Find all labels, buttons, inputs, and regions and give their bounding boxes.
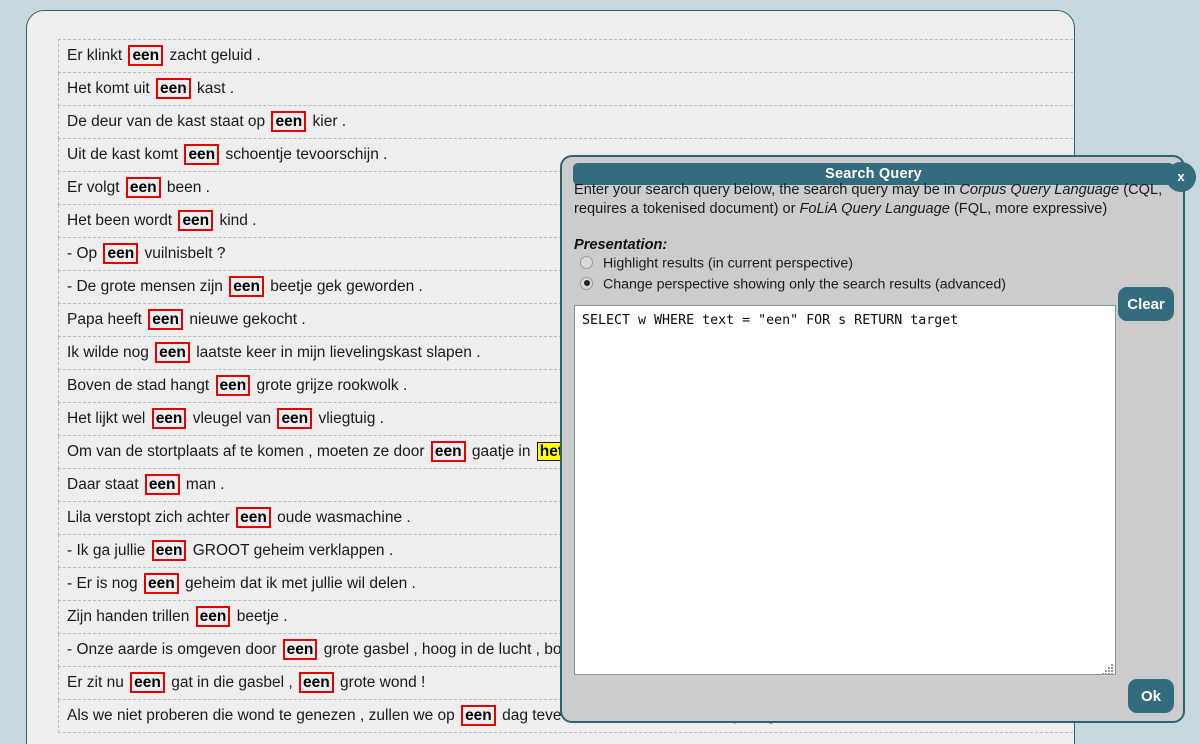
sentence-text: vliegtuig . [314, 410, 384, 427]
radio-label-highlight-results: Highlight results (in current perspectiv… [603, 255, 853, 272]
dialog-description: Enter your search query below, the searc… [574, 181, 1174, 218]
search-match-token[interactable]: een [430, 441, 466, 462]
sentence-text: zacht geluid . [165, 47, 261, 64]
sentence-text: man . [181, 476, 225, 493]
search-match-token[interactable]: een [236, 507, 271, 528]
search-match-token[interactable]: een [156, 78, 191, 99]
sentence-text: Er zit nu [67, 674, 129, 691]
sentence-text: Lila verstopt zich achter [67, 509, 235, 526]
search-match-token[interactable]: een [178, 210, 214, 231]
screen: Er klinkt een zacht geluid . Het komt uit… [0, 0, 1200, 744]
sentence-row[interactable]: De deur van de kast staat op een kier . [58, 106, 1074, 139]
description-part-3: (FQL, more expressive) [949, 200, 1108, 217]
sentence-text: - De grote mensen zijn [67, 278, 228, 295]
search-match-token[interactable]: een [277, 408, 313, 429]
sentence-text: kier . [308, 113, 347, 130]
ok-button[interactable]: Ok [1128, 679, 1174, 713]
sentence-text: De deur van de kast staat op [67, 113, 270, 130]
sentence-text: - Ik ga jullie [67, 542, 150, 559]
sentence-text: oude wasmachine . [272, 509, 411, 526]
presentation-label: Presentation: [574, 237, 668, 253]
sentence-text: beetje gek geworden . [265, 278, 423, 295]
sentence-text: Boven de stad hangt [67, 377, 214, 394]
sentence-row[interactable]: Er klinkt een zacht geluid . [58, 39, 1074, 73]
sentence-row[interactable]: Het komt uit een kast . [58, 73, 1074, 106]
search-match-token[interactable]: een [155, 342, 190, 363]
search-match-token[interactable]: een [282, 639, 318, 660]
sentence-text: Papa heeft [67, 311, 147, 328]
sentence-text: - Op [67, 245, 102, 262]
sentence-text: Het lijkt wel [67, 410, 150, 427]
sentence-text: Uit de kast komt [67, 146, 183, 163]
sentence-text: - Onze aarde is omgeven door [67, 641, 281, 658]
sentence-text: laatste keer in mijn lievelingskast slap… [191, 344, 481, 361]
search-match-token[interactable]: een [461, 705, 496, 726]
description-emphasis-cql: Corpus Query Language [959, 182, 1120, 198]
search-match-token[interactable]: een [128, 45, 164, 66]
sentence-text: vuilnisbelt ? [140, 245, 226, 262]
search-query-dialog: Search Query x Enter your search query b… [560, 155, 1196, 723]
search-match-token[interactable]: een [130, 672, 165, 693]
search-match-token[interactable]: een [299, 672, 334, 693]
search-match-token[interactable]: een [151, 408, 187, 429]
search-match-token[interactable]: een [144, 474, 180, 495]
clear-button[interactable]: Clear [1118, 287, 1174, 321]
sentence-text: been . [162, 179, 210, 196]
description-emphasis-fql: FoLiA Query Language [799, 200, 950, 217]
sentence-text: Zijn handen trillen [67, 608, 194, 625]
search-match-token[interactable]: een [271, 111, 307, 132]
sentence-text: geheim dat ik met jullie wil delen . [180, 575, 416, 592]
sentence-text: beetje . [232, 608, 288, 625]
sentence-text: nieuwe gekocht . [185, 311, 306, 328]
sentence-text: vleugel van [188, 410, 276, 427]
sentence-text: gaatje in [467, 443, 535, 460]
sentence-text: Om van de stortplaats af te komen , moet… [67, 443, 429, 460]
radio-option-change-perspective[interactable]: Change perspective showing only the sear… [580, 274, 1006, 294]
sentence-text: Als we niet proberen die wond te genezen… [67, 707, 460, 724]
sentence-text: Er volgt [67, 179, 124, 196]
sentence-text: kind . [215, 212, 257, 229]
description-part-1: Enter your search query below, the searc… [574, 182, 960, 198]
search-match-token[interactable]: een [184, 144, 220, 165]
search-query-input[interactable]: SELECT w WHERE text = "een" FOR s RETURN… [574, 305, 1116, 675]
sentence-text: Het komt uit [67, 80, 154, 97]
dialog-title: Search Query [825, 166, 922, 182]
sentence-text: Het been wordt [67, 212, 177, 229]
sentence-text: GROOT geheim verklappen . [188, 542, 394, 559]
search-match-token[interactable]: een [215, 375, 251, 396]
sentence-text: kast . [192, 80, 235, 97]
search-match-token[interactable]: een [143, 573, 179, 594]
sentence-text: Er klinkt [67, 47, 127, 64]
sentence-text: - Er is nog [67, 575, 142, 592]
sentence-text: gat in die gasbel , [166, 674, 298, 691]
search-match-token[interactable]: een [103, 243, 139, 264]
sentence-text: grote wond ! [335, 674, 426, 691]
sentence-text: schoentje tevoorschijn . [221, 146, 388, 163]
search-match-token[interactable]: een [195, 606, 231, 627]
search-match-token[interactable]: een [229, 276, 264, 297]
search-match-token[interactable]: een [148, 309, 184, 330]
radio-option-highlight-results[interactable]: Highlight results (in current perspectiv… [580, 253, 853, 273]
search-match-token[interactable]: een [125, 177, 161, 198]
search-match-token[interactable]: een [151, 540, 187, 561]
sentence-text: Daar staat [67, 476, 143, 493]
radio-label-change-perspective: Change perspective showing only the sear… [603, 276, 1006, 293]
sentence-text: grote grijze rookwolk . [252, 377, 408, 394]
sentence-text: Ik wilde nog [67, 344, 154, 361]
radio-icon-unselected[interactable] [580, 255, 593, 269]
radio-icon-selected[interactable] [580, 276, 593, 290]
